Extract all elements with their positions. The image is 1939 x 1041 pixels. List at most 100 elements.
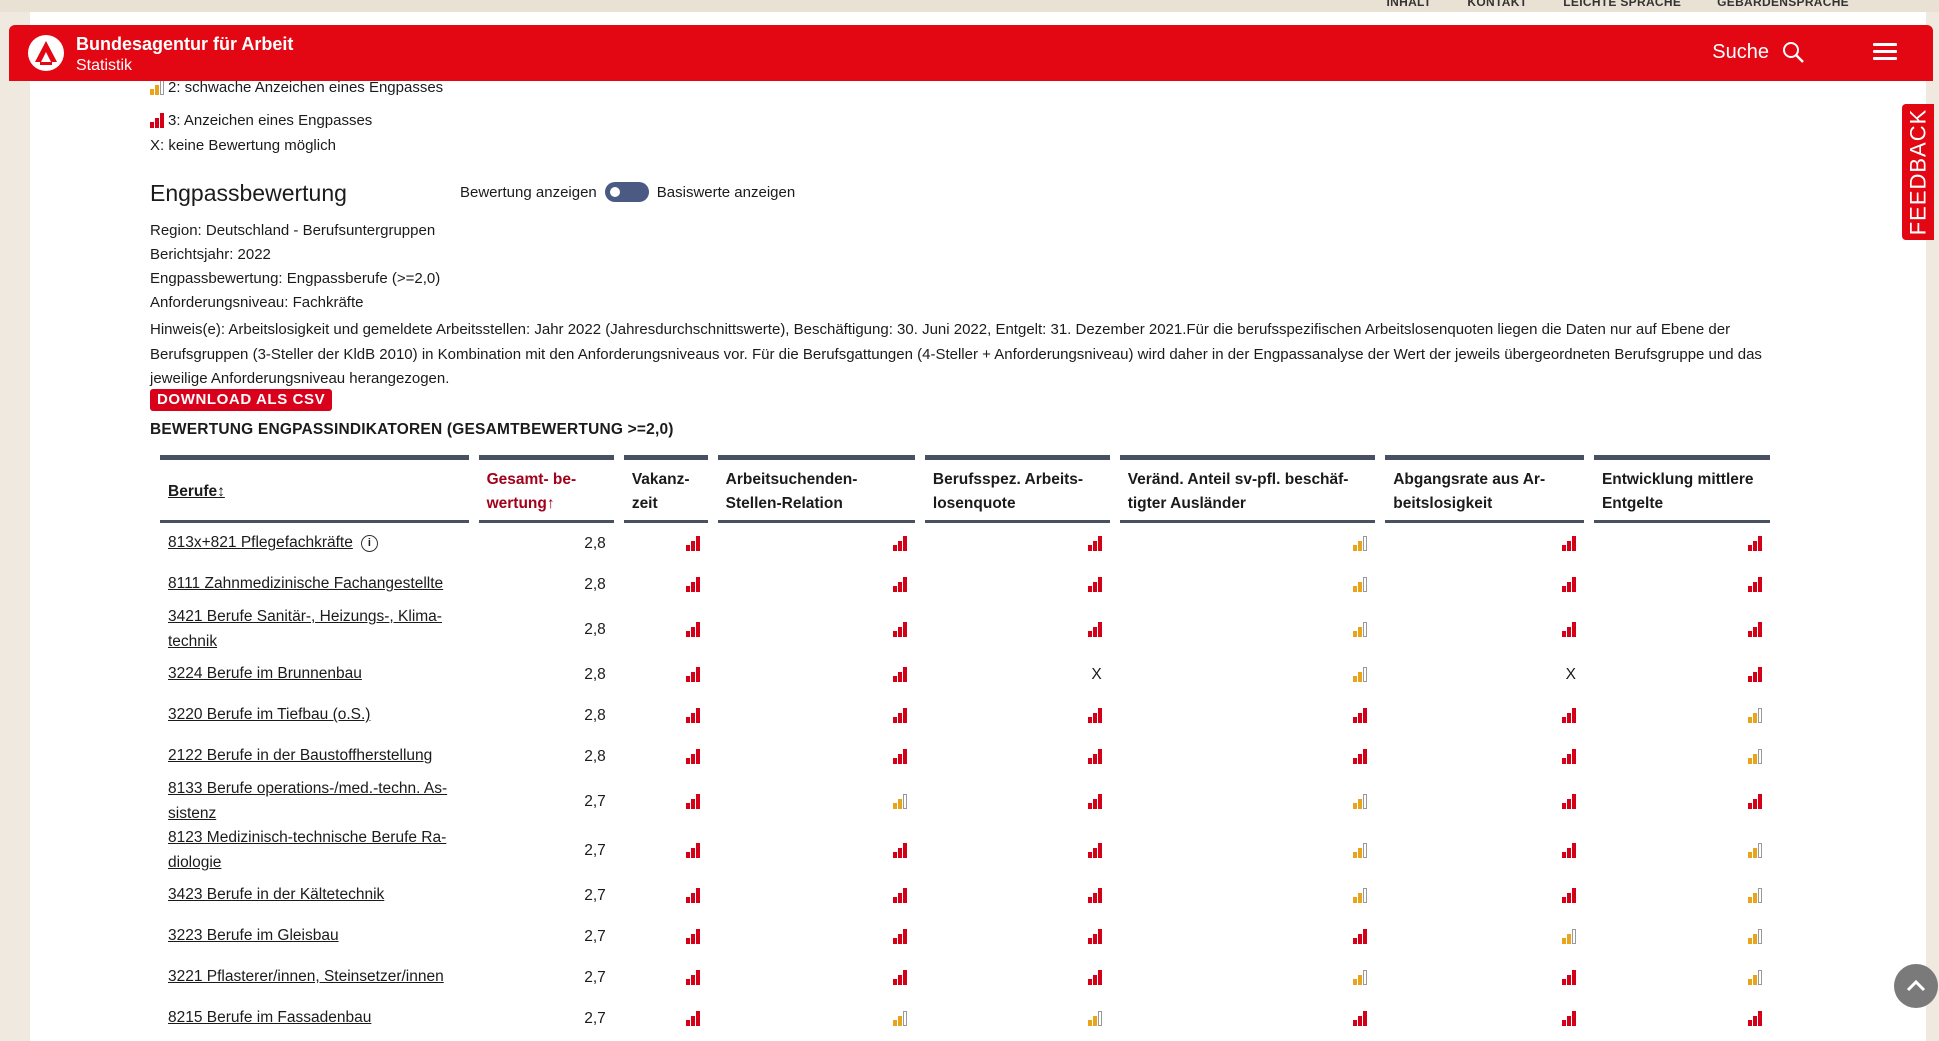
shortage-icon <box>1561 887 1576 903</box>
row-score: 2,7 <box>584 1009 606 1027</box>
row-beruf: 813x+821 Pflegefachkräfte i <box>160 523 469 564</box>
column-header-abgangsrate[interactable]: Abgangsrate aus Ar- beitslosigkeit <box>1385 455 1584 523</box>
utility-link-kontakt[interactable]: KONTAKT <box>1467 0 1527 9</box>
shortage-icon <box>1087 535 1102 551</box>
row-indicator <box>1120 916 1376 957</box>
shortage-icon <box>892 842 907 858</box>
view-toggle-switch[interactable] <box>604 182 649 202</box>
row-indicator <box>1385 998 1584 1039</box>
meta-year: Berichtsjahr: 2022 <box>150 246 271 263</box>
row-indicator <box>1120 564 1376 605</box>
row-indicator <box>1594 736 1770 777</box>
row-indicator <box>1120 605 1376 654</box>
row-indicator <box>1120 695 1376 736</box>
utility-link-inhalt[interactable]: INHALT <box>1387 0 1432 9</box>
row-indicator <box>718 736 915 777</box>
shortage-icon <box>1561 793 1576 809</box>
beruf-link[interactable]: 3423 Berufe in der Kältetechnik <box>168 886 384 903</box>
row-indicator <box>718 777 915 826</box>
column-header-vakanzzeit[interactable]: Vakanz- zeit <box>623 455 708 523</box>
column-header-berufe[interactable]: Berufe↕ <box>160 455 469 523</box>
download-csv-button[interactable]: DOWNLOAD ALS CSV <box>150 389 333 411</box>
beruf-link[interactable]: 8133 Berufe operations-/med.-techn. As- … <box>168 780 447 822</box>
shortage-icon <box>1748 1010 1762 1026</box>
row-score: 2,7 <box>584 968 606 986</box>
weak-shortage-icon <box>1353 535 1368 551</box>
no-rating-mark: X <box>1565 665 1576 683</box>
beruf-link[interactable]: 3220 Berufe im Tiefbau (o.S.) <box>168 706 370 723</box>
shortage-icon <box>1353 1010 1368 1026</box>
table-row: 813x+821 Pflegefachkräfte i 2,8 <box>160 523 1770 564</box>
shortage-icon <box>1561 1010 1576 1026</box>
hamburger-menu-icon[interactable] <box>1873 43 1897 63</box>
beruf-link[interactable]: 3421 Berufe Sanitär-, Heizungs-, Klima- … <box>168 608 442 650</box>
column-header-arbeitslosenquote[interactable]: Berufsspez. Arbeits- losenquote <box>924 455 1110 523</box>
beruf-link[interactable]: 3221 Pflasterer/innen, Steinsetzer/innen <box>168 968 444 985</box>
table-row: 8123 Medizinisch-technische Berufe Ra- d… <box>160 826 1770 875</box>
info-icon[interactable]: i <box>360 534 378 552</box>
row-indicator <box>1594 957 1770 998</box>
row-score: 2,8 <box>584 575 606 593</box>
weak-shortage-icon <box>1353 969 1368 985</box>
toggle-label-bewertung[interactable]: Bewertung anzeigen <box>460 184 597 201</box>
row-indicator <box>718 654 915 695</box>
row-beruf: 3423 Berufe in der Kältetechnik <box>160 875 469 916</box>
table-row: 3421 Berufe Sanitär-, Heizungs-, Klima- … <box>160 605 1770 654</box>
row-indicator <box>624 826 708 875</box>
beruf-link[interactable]: 3224 Berufe im Brunnenbau <box>168 665 362 682</box>
row-score: 2,8 <box>584 620 606 638</box>
row-beruf: 8111 Zahnmedizinische Fachangestellte <box>160 564 469 605</box>
ba-logo-icon[interactable] <box>28 35 64 71</box>
column-header-entgelte[interactable]: Entwicklung mittlere Entgelte <box>1593 455 1770 523</box>
row-beruf: 3224 Berufe im Brunnenbau <box>160 654 469 695</box>
column-header-auslaenderanteil[interactable]: Veränd. Anteil sv-pfl. beschäf- tigter A… <box>1119 455 1376 523</box>
search-button[interactable]: Suche <box>1712 40 1805 64</box>
shortage-icon <box>685 793 700 809</box>
shortage-icon <box>892 887 907 903</box>
row-beruf: 8215 Berufe im Fassadenbau <box>160 998 469 1039</box>
row-indicator <box>1120 998 1376 1039</box>
shortage-icon <box>892 666 907 682</box>
section-title: Engpassbewertung <box>150 180 347 206</box>
beruf-link[interactable]: 813x+821 Pflegefachkräfte <box>168 534 353 551</box>
row-indicator <box>1120 523 1376 564</box>
brand-subtitle: Statistik <box>76 56 133 74</box>
utility-nav: INHALT KONTAKT LEICHTE SPRACHE GEBÄRDENS… <box>1387 0 1849 14</box>
beruf-link[interactable]: 8111 Zahnmedizinische Fachangestellte <box>168 575 443 592</box>
legend-item-3: 3: Anzeichen eines Engpasses <box>150 112 372 129</box>
row-indicator <box>624 998 708 1039</box>
beruf-link[interactable]: 8123 Medizinisch-technische Berufe Ra- d… <box>168 829 446 871</box>
row-indicator <box>624 523 708 564</box>
row-score: 2,8 <box>584 534 606 552</box>
beruf-link[interactable]: 8215 Berufe im Fassadenbau <box>168 1009 371 1026</box>
view-toggle-row: Bewertung anzeigen Basiswerte anzeigen <box>460 182 795 202</box>
row-score: 2,8 <box>584 665 606 683</box>
beruf-link[interactable]: 2122 Berufe in der Baustoffherstellung <box>168 747 432 764</box>
feedback-button[interactable]: FEEDBACK <box>1902 104 1934 240</box>
row-beruf: 3421 Berufe Sanitär-, Heizungs-, Klima- … <box>160 605 469 654</box>
utility-link-leichte-sprache[interactable]: LEICHTE SPRACHE <box>1563 0 1681 9</box>
row-indicator <box>1594 777 1770 826</box>
row-indicator <box>1385 777 1584 826</box>
shortage-icon <box>1748 535 1762 551</box>
row-indicator <box>718 957 915 998</box>
table-row: 2122 Berufe in der Baustoffherstellung 2,… <box>160 736 1770 777</box>
row-indicator <box>1594 826 1770 875</box>
beruf-link[interactable]: 3223 Berufe im Gleisbau <box>168 927 339 944</box>
brand-name: Bundesagentur für Arbeit <box>76 34 294 54</box>
row-indicator <box>925 605 1110 654</box>
toggle-label-basiswerte[interactable]: Basiswerte anzeigen <box>657 184 795 201</box>
row-score: 2,7 <box>584 792 606 810</box>
column-header-gesamtbewertung[interactable]: Gesamt- be- wertung↑ <box>478 455 614 523</box>
row-indicator <box>1385 605 1584 654</box>
row-indicator <box>1594 564 1770 605</box>
shortage-icon <box>1353 928 1368 944</box>
column-header-arbeitsuchenden-relation[interactable]: Arbeitsuchenden- Stellen-Relation <box>717 455 915 523</box>
row-indicator <box>1120 736 1376 777</box>
utility-link-gebaerdensprache[interactable]: GEBÄRDENSPRACHE <box>1717 0 1849 9</box>
shortage-icon <box>685 666 700 682</box>
scroll-to-top-button[interactable] <box>1894 964 1938 1008</box>
row-score: 2,7 <box>584 841 606 859</box>
search-label: Suche <box>1712 40 1769 63</box>
brand[interactable]: Bundesagentur für Arbeit Statistik <box>76 34 293 75</box>
